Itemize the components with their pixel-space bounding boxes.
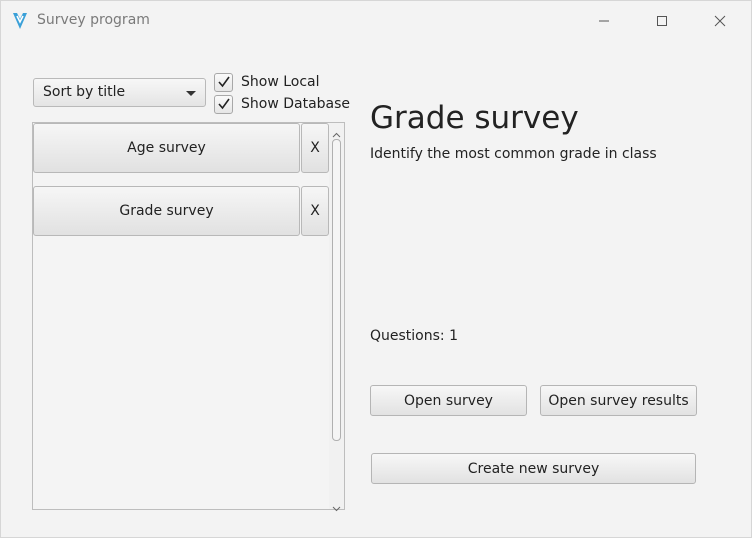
create-survey-button[interactable]: Create new survey (371, 453, 696, 484)
window-title: Survey program (37, 12, 150, 28)
open-survey-button[interactable]: Open survey (370, 385, 527, 416)
scroll-up-icon[interactable] (332, 125, 341, 138)
app-window: Survey program Sort by title Show Local (0, 0, 752, 538)
delete-survey-button[interactable]: X (301, 186, 329, 236)
close-button[interactable] (697, 1, 743, 41)
survey-list: Age survey X Grade survey X (32, 122, 345, 512)
checkbox-box[interactable] (214, 72, 233, 92)
show-database-label: Show Database (241, 96, 351, 112)
chevron-down-icon (186, 91, 196, 96)
checkmark-icon (217, 76, 230, 88)
show-database-checkbox[interactable]: Show Database (214, 94, 350, 114)
app-logo-icon (12, 12, 28, 30)
open-results-button[interactable]: Open survey results (540, 385, 697, 416)
title-bar: Survey program (1, 1, 751, 41)
list-scrollbar[interactable] (329, 123, 344, 512)
minimize-icon (598, 15, 610, 27)
list-item: Age survey X (33, 123, 329, 173)
checkmark-icon (217, 98, 230, 110)
scrollbar-thumb[interactable] (332, 139, 341, 441)
sort-dropdown[interactable]: Sort by title (33, 78, 206, 107)
survey-description: Identify the most common grade in class (370, 146, 657, 162)
maximize-button[interactable] (639, 1, 685, 41)
show-local-label: Show Local (241, 74, 320, 90)
minimize-button[interactable] (581, 1, 627, 41)
list-item: Grade survey X (33, 186, 329, 236)
sort-dropdown-value: Sort by title (43, 84, 126, 100)
survey-title: Grade survey (370, 100, 579, 136)
delete-survey-button[interactable]: X (301, 123, 329, 173)
scroll-down-icon[interactable] (332, 498, 341, 512)
question-count: Questions: 1 (370, 328, 458, 344)
checkbox-box[interactable] (214, 94, 233, 114)
maximize-icon (656, 15, 668, 27)
close-icon (714, 15, 726, 27)
survey-item-button[interactable]: Age survey (33, 123, 300, 173)
show-local-checkbox[interactable]: Show Local (214, 72, 320, 92)
survey-item-button[interactable]: Grade survey (33, 186, 300, 236)
